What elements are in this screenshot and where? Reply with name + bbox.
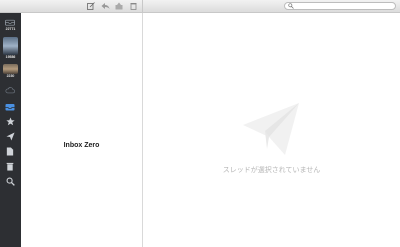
archive-button[interactable]: [114, 1, 124, 11]
search-field[interactable]: [284, 2, 396, 10]
toolbar-divider: [142, 0, 143, 12]
account-1-count: 22771: [5, 27, 16, 31]
account-1[interactable]: 22771: [3, 27, 18, 32]
no-thread-selected-message: スレッドが選択されていません: [222, 167, 321, 174]
account-3-count: 2230: [6, 74, 15, 78]
inbox-icon: [5, 104, 15, 111]
account-3[interactable]: 2230: [3, 64, 18, 79]
cloud-icon: [5, 87, 15, 94]
reply-button[interactable]: [100, 1, 110, 11]
account-2[interactable]: 19586: [3, 37, 18, 60]
thread-list: Inbox Zero: [21, 13, 143, 247]
inbox-button[interactable]: [5, 102, 15, 112]
account-sidebar: 22771 19586 2230: [0, 13, 21, 247]
tray-icon: [5, 19, 15, 26]
compose-button[interactable]: [86, 1, 96, 11]
search-input[interactable]: [297, 3, 393, 9]
trash-folder-button[interactable]: [5, 161, 15, 171]
trash-icon: [130, 3, 136, 10]
all-inboxes-button[interactable]: [5, 17, 15, 27]
star-icon: [5, 116, 15, 125]
search-button[interactable]: [5, 176, 15, 186]
sent-button[interactable]: [5, 131, 15, 141]
account-2-count: 19586: [5, 55, 16, 59]
toolbar: [0, 0, 400, 13]
archive-icon: [115, 2, 123, 10]
search-icon: [6, 177, 15, 186]
starred-button[interactable]: [5, 116, 15, 126]
trash-button[interactable]: [128, 1, 138, 11]
avatar: [3, 64, 18, 74]
sent-icon: [5, 131, 15, 141]
drafts-button[interactable]: [5, 146, 15, 156]
draft-icon: [6, 146, 14, 156]
inbox-zero-label: Inbox Zero: [63, 142, 100, 149]
compose-icon: [87, 2, 95, 10]
avatar: [3, 37, 18, 55]
search-icon: [288, 3, 294, 9]
cloud-button[interactable]: [5, 85, 15, 95]
paper-plane-icon: [243, 103, 299, 155]
trash-icon: [6, 162, 14, 171]
reading-pane: スレッドが選択されていません: [143, 13, 400, 247]
reply-icon: [101, 3, 109, 9]
